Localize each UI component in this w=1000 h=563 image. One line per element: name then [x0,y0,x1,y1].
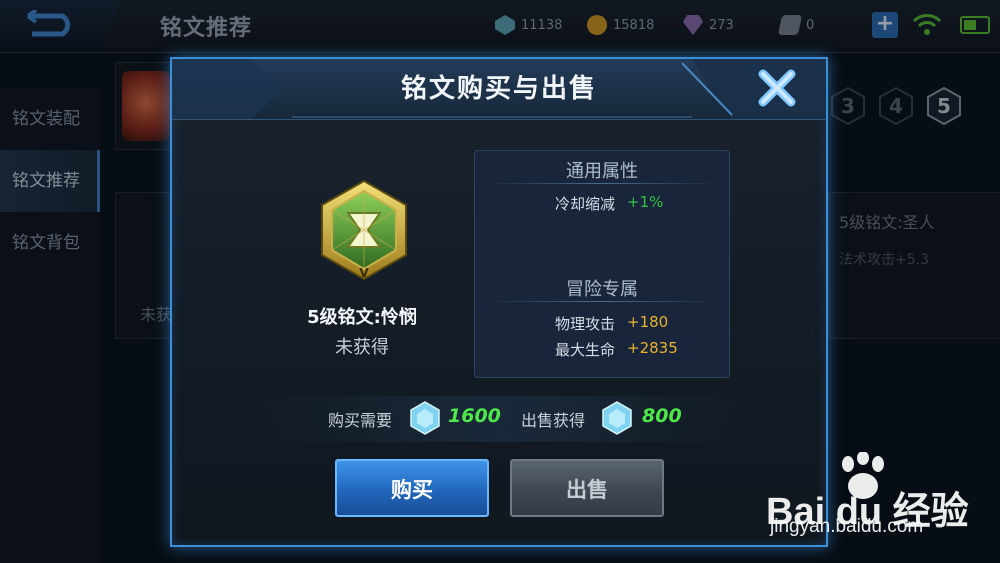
divider [485,301,719,302]
attr-value: +180 [627,313,669,331]
attribute-panel: 通用属性 冷却缩减 +1% 冒险专属 物理攻击 +180 最大生命 +2835 [474,150,730,378]
rune-level-mark: V [359,266,369,280]
buy-price-label: 购买需要 [328,411,393,430]
buy-price-value: 1600 [448,405,501,427]
attr-name: 最大生命 [554,341,615,359]
attr-value: +1% [627,193,664,211]
dialog-title: 铭文购买与出售 [400,74,597,104]
close-button[interactable] [754,65,800,111]
crystal-icon [602,401,632,435]
attr-row-physical-attack: 物理攻击 +180 [475,313,729,335]
rune-trade-dialog: 铭文购买与出售 V 5级铭文:怜悯 未获得 通用属性 冷却缩减 +1% 冒险专属… [170,57,828,547]
rune-name: 5级铭文:怜悯 [307,307,417,328]
baidu-watermark: Bai du 经验 jingyan.baidu.com [766,450,996,550]
divider [485,183,719,184]
crystal-icon [410,401,440,435]
close-icon [758,69,796,107]
sell-price-value: 800 [642,405,682,427]
attr-name: 物理攻击 [554,315,615,333]
sell-button[interactable]: 出售 [510,459,664,517]
rune-status: 未获得 [335,337,389,358]
adventure-attr-title: 冒险专属 [566,279,638,300]
rune-hourglass-icon: V [321,179,407,281]
attr-value: +2835 [627,339,678,357]
attr-row-cooldown: 冷却缩减 +1% [475,193,729,215]
baidu-url: jingyan.baidu.com [770,516,924,537]
dialog-header: 铭文购买与出售 [172,59,826,120]
attr-row-max-health: 最大生命 +2835 [475,339,729,361]
general-attr-title: 通用属性 [566,161,638,182]
buy-button[interactable]: 购买 [335,459,489,517]
attr-name: 冷却缩减 [554,195,615,213]
sell-price-label: 出售获得 [521,411,586,430]
